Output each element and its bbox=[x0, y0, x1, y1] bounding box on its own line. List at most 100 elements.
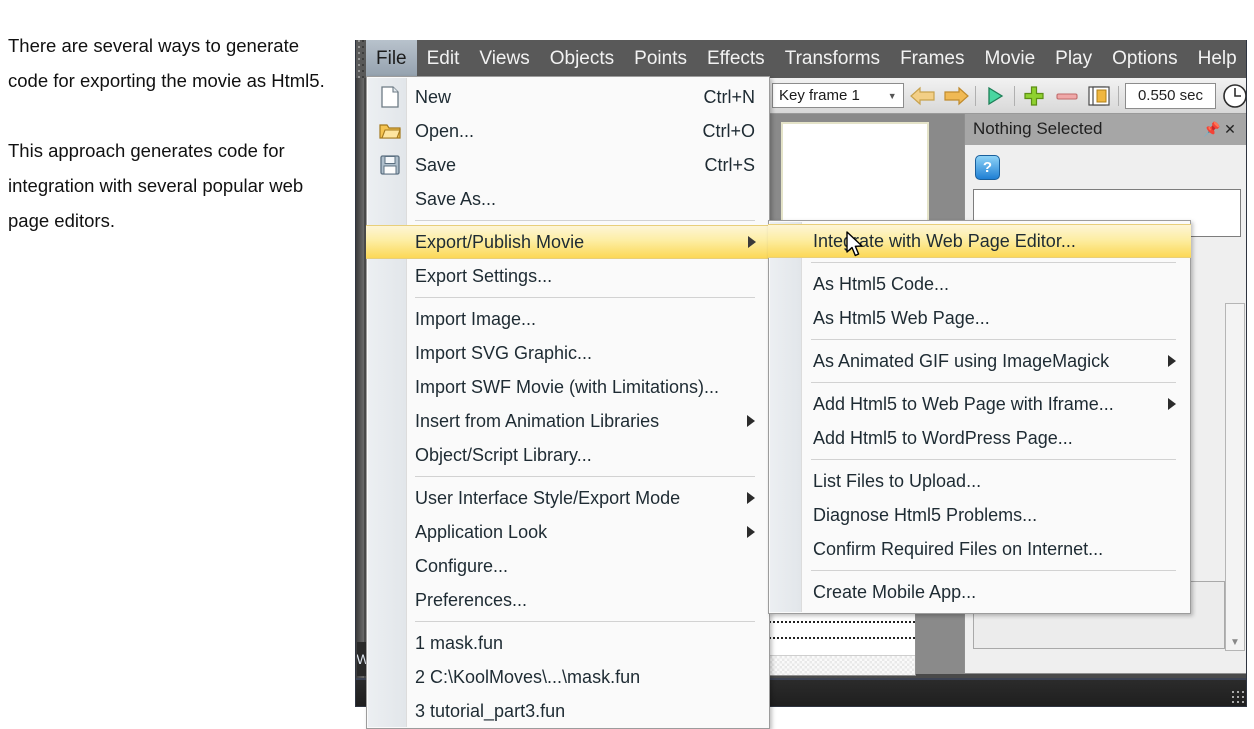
frame-duration-input[interactable]: 0.550 sec bbox=[1125, 82, 1216, 109]
menu-item-label: Integrate with Web Page Editor... bbox=[813, 230, 1076, 251]
menu-item-confirm-required-files-on-internet[interactable]: Confirm Required Files on Internet... bbox=[769, 532, 1190, 566]
submenu-arrow-icon bbox=[1168, 355, 1176, 367]
menu-separator bbox=[811, 262, 1176, 263]
new-document-icon bbox=[379, 86, 401, 108]
close-icon[interactable]: ✕ bbox=[1221, 121, 1239, 138]
menu-item-object-script-library[interactable]: Object/Script Library... bbox=[367, 438, 769, 472]
menu-item-application-look[interactable]: Application Look bbox=[367, 515, 769, 549]
menu-item-integrate-with-web-page-editor[interactable]: Integrate with Web Page Editor... bbox=[768, 224, 1191, 258]
menu-item-label: As Html5 Code... bbox=[813, 273, 950, 294]
menu-item-import-swf-movie-with-limitations[interactable]: Import SWF Movie (with Limitations)... bbox=[367, 370, 769, 404]
submenu-arrow-icon bbox=[748, 236, 756, 248]
previous-frame-button[interactable] bbox=[910, 83, 936, 109]
menu-item-add-html5-to-web-page-with-iframe[interactable]: Add Html5 to Web Page with Iframe... bbox=[769, 387, 1190, 421]
menu-item-list-files-to-upload[interactable]: List Files to Upload... bbox=[769, 464, 1190, 498]
menu-points[interactable]: Points bbox=[624, 40, 697, 78]
clock-icon[interactable] bbox=[1222, 83, 1246, 109]
toolbar-separator-3 bbox=[1118, 85, 1120, 106]
pin-icon[interactable]: 📌 bbox=[1203, 121, 1221, 138]
menu-item-as-html5-web-page[interactable]: As Html5 Web Page... bbox=[769, 301, 1190, 335]
keyframe-toolbar: Key frame 1 ▼ 0.550 sec bbox=[766, 78, 1246, 114]
menu-item-import-image[interactable]: Import Image... bbox=[367, 302, 769, 336]
menu-item-label: Configure... bbox=[415, 555, 509, 576]
instruction-paragraph-1: There are several ways to generate code … bbox=[8, 35, 325, 91]
submenu-arrow-icon bbox=[1168, 398, 1176, 410]
menu-item-export-publish-movie[interactable]: Export/Publish Movie bbox=[366, 225, 770, 259]
keyframe-select[interactable]: Key frame 1 ▼ bbox=[772, 83, 905, 108]
menu-play[interactable]: Play bbox=[1045, 40, 1102, 78]
menu-separator bbox=[811, 382, 1176, 383]
chevron-down-icon[interactable]: ▼ bbox=[883, 84, 901, 107]
menu-item-as-html5-code[interactable]: As Html5 Code... bbox=[769, 267, 1190, 301]
menu-item-diagnose-html5-problems[interactable]: Diagnose Html5 Problems... bbox=[769, 498, 1190, 532]
menu-item-label: As Animated GIF using ImageMagick bbox=[813, 350, 1110, 371]
panel-title-label: Nothing Selected bbox=[973, 119, 1103, 138]
menu-item-label: Export/Publish Movie bbox=[415, 231, 585, 252]
menu-item-label: Insert from Animation Libraries bbox=[415, 410, 660, 431]
menu-item-user-interface-style-export-mode[interactable]: User Interface Style/Export Mode bbox=[367, 481, 769, 515]
menu-separator bbox=[415, 297, 755, 298]
menu-item-label: Application Look bbox=[415, 521, 548, 542]
menu-item-label: Save bbox=[415, 154, 457, 175]
menu-item-label: User Interface Style/Export Mode bbox=[415, 487, 681, 508]
instruction-paragraph-2: This approach generates code for integra… bbox=[8, 140, 304, 231]
menu-item-preferences[interactable]: Preferences... bbox=[367, 583, 769, 617]
menu-item-label: Export Settings... bbox=[415, 265, 553, 286]
menu-item-import-svg-graphic[interactable]: Import SVG Graphic... bbox=[367, 336, 769, 370]
menu-item-label: Open... bbox=[415, 120, 475, 141]
menu-help[interactable]: Help bbox=[1188, 40, 1246, 78]
submenu-arrow-icon bbox=[747, 415, 755, 427]
menu-item-label: New bbox=[415, 86, 452, 107]
frames-icon[interactable] bbox=[1086, 83, 1112, 109]
menu-effects[interactable]: Effects bbox=[697, 40, 775, 78]
scroll-down-icon[interactable]: ▼ bbox=[1226, 637, 1244, 648]
resize-grip[interactable] bbox=[1231, 690, 1245, 704]
menu-item-configure[interactable]: Configure... bbox=[367, 549, 769, 583]
menu-options[interactable]: Options bbox=[1102, 40, 1187, 78]
frame-duration-value: 0.550 sec bbox=[1137, 87, 1203, 104]
menu-separator bbox=[811, 459, 1176, 460]
submenu-arrow-icon bbox=[747, 526, 755, 538]
menu-transforms[interactable]: Transforms bbox=[775, 40, 890, 78]
menu-item-insert-from-animation-libraries[interactable]: Insert from Animation Libraries bbox=[367, 404, 769, 438]
toolbar-separator-1 bbox=[974, 85, 976, 106]
movie-canvas[interactable] bbox=[781, 122, 929, 222]
add-frame-button[interactable] bbox=[1021, 83, 1047, 109]
menu-objects[interactable]: Objects bbox=[540, 40, 624, 78]
menu-views[interactable]: Views bbox=[469, 40, 539, 78]
menu-item-create-mobile-app[interactable]: Create Mobile App... bbox=[769, 575, 1190, 609]
menu-item-save-as[interactable]: Save As... bbox=[367, 182, 769, 216]
menu-item-new[interactable]: New Ctrl+N bbox=[367, 80, 769, 114]
menu-item-add-html5-to-wordpress-page[interactable]: Add Html5 to WordPress Page... bbox=[769, 421, 1190, 455]
menu-frames[interactable]: Frames bbox=[890, 40, 974, 78]
menu-item-label: Import SWF Movie (with Limitations)... bbox=[415, 376, 720, 397]
menu-item-label: Add Html5 to Web Page with Iframe... bbox=[813, 393, 1114, 414]
instruction-text-block: There are several ways to generate code … bbox=[8, 28, 338, 273]
menu-item-label: Diagnose Html5 Problems... bbox=[813, 504, 1038, 525]
menu-file[interactable]: File bbox=[366, 40, 417, 78]
export-publish-submenu: Integrate with Web Page Editor... As Html… bbox=[768, 220, 1191, 614]
menu-item-3-tutorial-part3-fun[interactable]: 3 tutorial_part3.fun bbox=[367, 694, 769, 728]
menu-item-open[interactable]: Open... Ctrl+O bbox=[367, 114, 769, 148]
remove-frame-button[interactable] bbox=[1054, 83, 1080, 109]
menu-edit[interactable]: Edit bbox=[417, 40, 470, 78]
help-button[interactable]: ? bbox=[975, 155, 1000, 180]
menu-item-1-mask-fun[interactable]: 1 mask.fun bbox=[367, 626, 769, 660]
menu-item-label: Add Html5 to WordPress Page... bbox=[813, 427, 1073, 448]
menu-item-label: Import SVG Graphic... bbox=[415, 342, 593, 363]
menu-bar: File Edit Views Objects Points Effects T… bbox=[356, 40, 1246, 78]
menu-movie[interactable]: Movie bbox=[974, 40, 1045, 78]
submenu-arrow-icon bbox=[747, 492, 755, 504]
menu-item-export-settings[interactable]: Export Settings... bbox=[367, 259, 769, 293]
menu-item-save[interactable]: Save Ctrl+S bbox=[367, 148, 769, 182]
keyframe-select-value: Key frame 1 bbox=[779, 87, 860, 104]
play-button[interactable] bbox=[982, 83, 1008, 109]
panel-vertical-scrollbar[interactable]: ▼ bbox=[1225, 303, 1245, 651]
save-diskette-icon bbox=[379, 154, 401, 176]
menu-item-label: 2 C:\KoolMoves\...\mask.fun bbox=[415, 666, 641, 687]
menu-item-as-animated-gif-using-imagemagick[interactable]: As Animated GIF using ImageMagick bbox=[769, 344, 1190, 378]
window-left-strip bbox=[356, 78, 364, 678]
menu-drag-grip[interactable] bbox=[356, 40, 366, 78]
next-frame-button[interactable] bbox=[943, 83, 969, 109]
menu-item-2-c-koolmoves-mask-fun[interactable]: 2 C:\KoolMoves\...\mask.fun bbox=[367, 660, 769, 694]
